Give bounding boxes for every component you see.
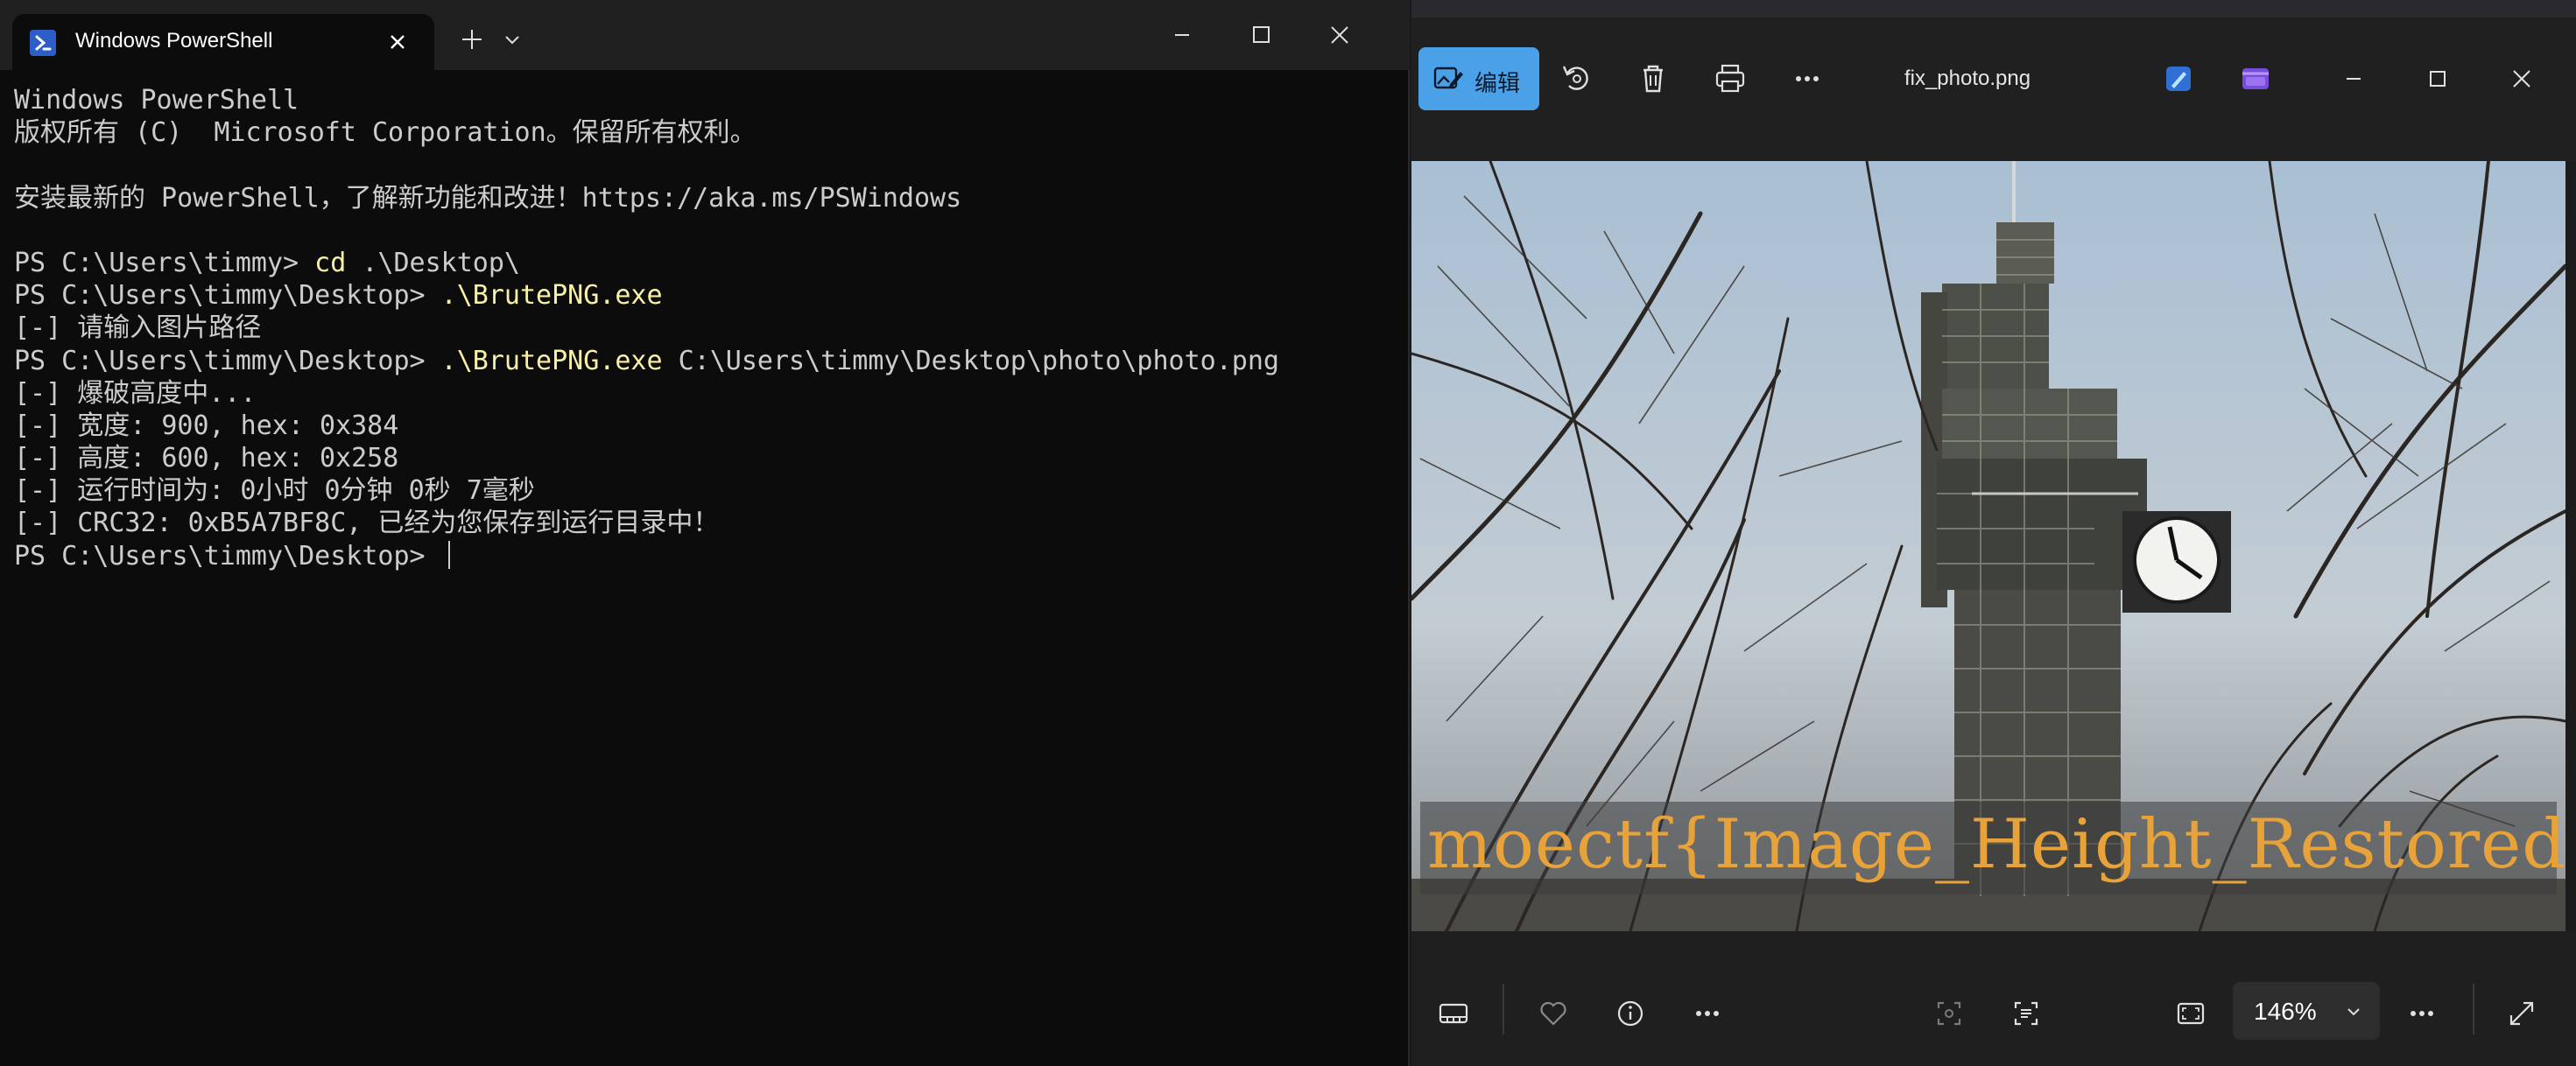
output-text: .\Desktop\ — [346, 247, 520, 278]
command-text: .\BrutePNG.exe — [440, 280, 663, 312]
terminal-line: [-] CRC32: 0xB5A7BF8C, 已经为您保存到运行目录中！ — [14, 507, 1397, 539]
edit-label: 编辑 — [1475, 70, 1521, 96]
output-text: PS C:\Users\timmy> — [14, 247, 315, 278]
output-text: Windows PowerShell — [14, 85, 299, 116]
separator — [1503, 984, 1504, 1034]
edit-button[interactable]: 编辑 — [1418, 47, 1539, 110]
command-text: .\BrutePNG.exe — [440, 345, 663, 376]
output-text: PS C:\Users\timmy\Desktop> — [14, 345, 441, 376]
terminal-output[interactable]: Windows PowerShell 版权所有 (C) Microsoft Cor… — [14, 84, 1397, 572]
output-text: [-] CRC32: 0xB5A7BF8C, 已经为您保存到运行目录中！ — [14, 508, 720, 539]
favorite-icon[interactable] — [1532, 992, 1574, 1034]
terminal-line: [-] 宽度: 900, hex: 0x384 — [14, 410, 1397, 442]
photo-view[interactable]: moectf{Image_Height_Restored} — [1411, 161, 2565, 931]
terminal-line: PS C:\Users\timmy\Desktop> — [14, 540, 1397, 572]
terminal-line: PS C:\Users\timmy> cd .\Desktop\ — [14, 247, 1397, 279]
terminal-line: PS C:\Users\timmy\Desktop> .\BrutePNG.ex… — [14, 279, 1397, 312]
terminal-line: 版权所有 (C) Microsoft Corporation。保留所有权利。 — [14, 116, 1397, 149]
info-icon[interactable] — [1609, 992, 1651, 1034]
more-icon[interactable] — [1686, 992, 1728, 1034]
output-text: [-] 宽度: 900, hex: 0x384 — [14, 410, 399, 441]
terminal-line: Windows PowerShell — [14, 84, 1397, 116]
output-text: 版权所有 (C) Microsoft Corporation。保留所有权利。 — [14, 117, 757, 149]
terminal-close-button[interactable] — [1313, 11, 1366, 60]
terminal-line: 安装最新的 PowerShell，了解新功能和改进！https://aka.ms… — [14, 182, 1397, 214]
separator — [2473, 984, 2474, 1034]
filmstrip-icon[interactable] — [1432, 992, 1475, 1034]
command-text: cd — [314, 247, 347, 278]
terminal-maximize-button[interactable] — [1235, 11, 1287, 60]
terminal-line: [-] 请输入图片路径 — [14, 312, 1397, 344]
rotate-icon[interactable] — [1553, 56, 1599, 102]
terminal-line: [-] 高度: 600, hex: 0x258 — [14, 442, 1397, 474]
fit-window-icon[interactable] — [2170, 992, 2212, 1034]
clipchamp-app-icon[interactable] — [2233, 56, 2278, 102]
zoom-level: 146% — [2254, 998, 2317, 1025]
photos-toolbar: 编辑 fix_photo.png — [1411, 0, 2576, 161]
terminal-line: [-] 爆破高度中... — [14, 377, 1397, 410]
expand-icon[interactable] — [2501, 992, 2543, 1034]
terminal-line: [-] 运行时间为: 0小时 0分钟 0秒 7毫秒 — [14, 474, 1397, 507]
terminal-window: Windows PowerShell Windows PowerShell版权 — [0, 0, 1410, 1066]
output-text: [-] 高度: 600, hex: 0x258 — [14, 443, 399, 474]
terminal-minimize-button[interactable] — [1156, 11, 1208, 60]
print-icon[interactable] — [1707, 56, 1753, 102]
photos-window: 编辑 fix_photo.png moectf{Image_Height_Res… — [1411, 0, 2576, 1066]
photos-maximize-button[interactable] — [2413, 54, 2462, 103]
terminal-tab[interactable]: Windows PowerShell — [12, 14, 434, 70]
tab-dropdown-chevron-icon[interactable] — [492, 19, 532, 60]
more-icon[interactable] — [1784, 56, 1830, 102]
text-scan-icon[interactable] — [2005, 992, 2047, 1034]
more-icon[interactable] — [2401, 992, 2443, 1034]
desktop: Windows PowerShell Windows PowerShell版权 — [0, 0, 2576, 1066]
output-text: PS C:\Users\timmy\Desktop> — [14, 540, 441, 572]
output-text: 安装最新的 PowerShell，了解新功能和改进！https://aka.ms… — [14, 182, 962, 214]
tab-close-icon[interactable] — [380, 25, 415, 60]
tab-title: Windows PowerShell — [75, 29, 273, 53]
photos-minimize-button[interactable] — [2329, 54, 2378, 103]
powershell-icon — [30, 30, 56, 56]
chevron-down-icon — [2347, 1008, 2360, 1016]
terminal-titlebar: Windows PowerShell — [0, 0, 1410, 70]
crop-region-icon[interactable] — [1928, 992, 1970, 1034]
photos-close-button[interactable] — [2497, 54, 2546, 103]
delete-icon[interactable] — [1630, 56, 1676, 102]
output-text: C:\Users\timmy\Desktop\photo\photo.png — [662, 345, 1279, 376]
output-text: [-] 运行时间为: 0小时 0分钟 0秒 7毫秒 — [14, 475, 535, 507]
designer-app-icon[interactable] — [2156, 56, 2201, 102]
text-cursor — [447, 540, 450, 569]
output-text: [-] 请输入图片路径 — [14, 312, 262, 344]
zoom-dropdown[interactable]: 146% — [2233, 982, 2380, 1040]
output-text: PS C:\Users\timmy\Desktop> — [14, 280, 441, 312]
new-tab-button[interactable] — [452, 19, 492, 60]
file-name: fix_photo.png — [1904, 67, 2031, 90]
terminal-line: PS C:\Users\timmy\Desktop> .\BrutePNG.ex… — [14, 345, 1397, 377]
output-text: [-] 爆破高度中... — [14, 377, 257, 409]
edit-image-icon — [1433, 67, 1463, 89]
window-edge — [1411, 0, 2576, 18]
flag-text: moectf{Image_Height_Restored} — [1427, 805, 2565, 884]
